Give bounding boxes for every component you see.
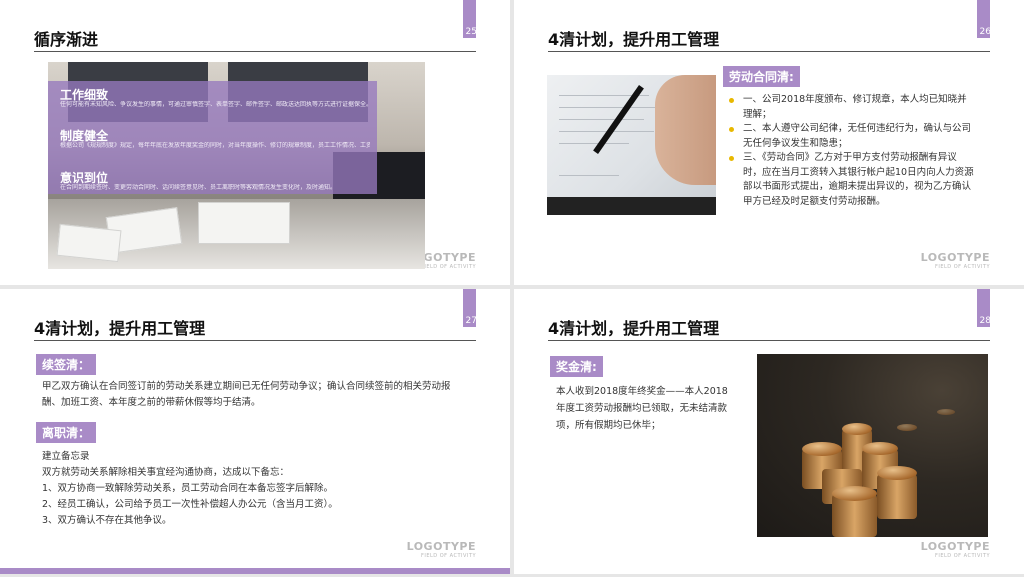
text-line: 2、经员工确认，公司给予员工一次性补偿超人办公元（含当月工资）。 bbox=[42, 499, 338, 510]
resignation-text: 建立备忘录 双方就劳动关系解除相关事宜经沟通协商，达成以下备忘： 1、双方协商一… bbox=[42, 449, 482, 529]
bullet-icon bbox=[729, 127, 734, 132]
slide-title: 循序渐进 bbox=[34, 30, 99, 49]
overlay-text: 根据公司《规规制度》规定，每年年底在发放年度奖金的同时，对当年度操作、修订的规章… bbox=[60, 142, 370, 149]
coins-photo bbox=[757, 354, 988, 537]
next-slide-edge bbox=[0, 568, 510, 574]
bullet-icon bbox=[729, 98, 734, 103]
logotype: LOGOTYPE FIELD OF ACTIVITY bbox=[921, 541, 990, 560]
title-divider bbox=[548, 51, 990, 52]
text-line: 建立备忘录 bbox=[42, 451, 90, 462]
page-number: 27 bbox=[465, 316, 477, 326]
logotype: LOGOTYPE FIELD OF ACTIVITY bbox=[407, 541, 476, 560]
slide-title: 4清计划，提升用工管理 bbox=[34, 319, 206, 338]
bonus-text: 本人收到2018度年终奖金——本人2018年度工资劳动报酬均已领取，无未结清款项… bbox=[556, 386, 728, 431]
section-label: 离职清： bbox=[36, 422, 97, 443]
logo-name: LOGOTYPE bbox=[406, 540, 476, 553]
text-line: 3、双方确认不存在其他争议。 bbox=[42, 515, 172, 526]
title-divider bbox=[34, 51, 476, 52]
list-item: 二、本人遵守公司纪律，无任何违纪行为，确认与公司无任何争议发生和隐患； bbox=[729, 122, 975, 151]
contract-list: 一、公司2018年度颁布、修订规章，本人均已知晓并理解； 二、本人遵守公司纪律，… bbox=[729, 93, 975, 209]
bullet-icon bbox=[729, 156, 734, 161]
section-label: 续签清： bbox=[36, 354, 97, 375]
logo-sub: FIELD OF ACTIVITY bbox=[421, 553, 476, 559]
title-divider bbox=[34, 340, 476, 341]
section-label: 劳动合同清: bbox=[723, 66, 800, 87]
overlay-text: 在合同到期续签时、变更劳动合同时、话问续签意见时、员工离职时等客观情况发生变化时… bbox=[60, 184, 337, 191]
slide-title: 4清计划，提升用工管理 bbox=[548, 30, 720, 49]
slide-title: 4清计划，提升用工管理 bbox=[548, 319, 720, 338]
logo-sub: FIELD OF ACTIVITY bbox=[935, 264, 990, 270]
slide-27: 4清计划，提升用工管理 27 续签清： 甲乙双方确认在合同签订前的劳动关系建立期… bbox=[0, 289, 510, 574]
page-number: 26 bbox=[979, 27, 991, 37]
list-item: 一、公司2018年度颁布、修订规章，本人均已知晓并理解； bbox=[729, 93, 975, 122]
overlay-text: 任何可能有未知风险、争议发生的事情，可通过审慎签字、表单签字、邮件签字、邮政送达… bbox=[60, 101, 370, 108]
title-divider bbox=[548, 340, 990, 341]
logo-sub: FIELD OF ACTIVITY bbox=[935, 553, 990, 559]
renewal-text: 甲乙双方确认在合同签订前的劳动关系建立期间已无任何劳动争议；确认合同续签前的相关… bbox=[42, 381, 451, 408]
section-label: 奖金清: bbox=[550, 356, 603, 377]
highlights-overlay: 工作细致 任何可能有未知风险、争议发生的事情，可通过审慎签字、表单签字、邮件签字… bbox=[48, 81, 377, 194]
signing-photo bbox=[547, 75, 716, 215]
logo-name: LOGOTYPE bbox=[920, 251, 990, 264]
list-item: 三、《劳动合同》乙方对于甲方支付劳动报酬有异议时，应在当月工资转入其银行帐户起1… bbox=[729, 151, 975, 209]
page-number: 28 bbox=[979, 316, 991, 326]
logotype: LOGOTYPE FIELD OF ACTIVITY bbox=[921, 252, 990, 271]
logo-name: LOGOTYPE bbox=[920, 540, 990, 553]
text-line: 1、双方协商一致解除劳动关系，员工劳动合同在本备忘签字后解除。 bbox=[42, 483, 334, 494]
text-line: 双方就劳动关系解除相关事宜经沟通协商，达成以下备忘： bbox=[42, 467, 290, 478]
page-number: 25 bbox=[465, 27, 477, 37]
